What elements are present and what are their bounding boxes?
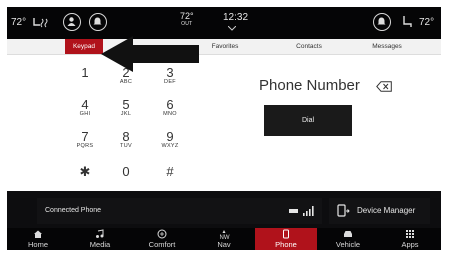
- key-letters: MNO: [163, 111, 177, 117]
- device-manager-label: Device Manager: [357, 206, 416, 215]
- key-digit: ✱: [79, 164, 91, 179]
- key-digit: 0: [122, 164, 130, 179]
- tab-keypad[interactable]: Keypad: [65, 39, 103, 55]
- driver-temp[interactable]: 72°: [11, 17, 26, 28]
- key-digit: 6: [166, 97, 174, 112]
- nav-phone[interactable]: Phone: [255, 228, 317, 250]
- bell-icon: [93, 17, 102, 25]
- passenger-seat-icon[interactable]: [401, 15, 413, 28]
- bottom-nav: Home Media Comfort NW Nav Phone Vehicle: [7, 228, 441, 250]
- nav-label: Nav: [217, 240, 231, 249]
- outside-label: OUT: [181, 21, 193, 27]
- nav-nav[interactable]: NW Nav: [193, 228, 255, 250]
- chevron-down-icon[interactable]: [228, 26, 236, 31]
- connected-phone-bar[interactable]: Connected Phone: [37, 198, 322, 224]
- key-digit: 4: [81, 97, 89, 112]
- pointer-arrow-icon: [101, 36, 199, 72]
- key-digit: 9: [166, 129, 174, 144]
- key-digit: 5: [122, 97, 130, 112]
- device-manager-button[interactable]: Device Manager: [329, 198, 430, 224]
- nav-label: Vehicle: [335, 240, 361, 249]
- heated-seat-icon[interactable]: [31, 16, 51, 28]
- apps-grid-icon: [406, 230, 414, 238]
- svg-text:NW: NW: [220, 235, 230, 239]
- bell-icon: [377, 17, 386, 25]
- key-1[interactable]: 1: [70, 66, 100, 79]
- key-6[interactable]: 6 MNO: [155, 98, 185, 118]
- key-letters: ABC: [119, 79, 133, 85]
- comfort-icon: [157, 229, 167, 239]
- nav-label: Home: [27, 240, 48, 249]
- phone-number-label: Phone Number: [259, 77, 360, 94]
- compass-icon: NW: [220, 230, 230, 239]
- vehicle-icon: [344, 231, 352, 237]
- key-digit: 1: [81, 65, 89, 80]
- backspace-icon[interactable]: [376, 81, 392, 92]
- key-5[interactable]: 5 JKL: [111, 98, 141, 118]
- nav-apps[interactable]: Apps: [379, 228, 441, 250]
- nav-label: Media: [89, 240, 111, 249]
- key-digit: 7: [81, 129, 89, 144]
- nav-comfort[interactable]: Comfort: [131, 228, 193, 250]
- key-8[interactable]: 8 TUV: [111, 130, 141, 150]
- key-letters: WXYZ: [161, 143, 179, 149]
- nav-vehicle[interactable]: Vehicle: [317, 228, 379, 250]
- uconnect-screen: 72° 72° OUT 12:32 72° Keypad Favorites C…: [7, 7, 441, 250]
- key-0[interactable]: 0: [111, 165, 141, 178]
- nav-media[interactable]: Media: [69, 228, 131, 250]
- tab-messages[interactable]: Messages: [353, 39, 421, 55]
- key-letters: TUV: [120, 143, 132, 149]
- nav-label: Comfort: [148, 240, 176, 249]
- key-digit: 8: [122, 129, 130, 144]
- passenger-temp[interactable]: 72°: [419, 17, 434, 28]
- key-letters: PQRS: [76, 143, 94, 149]
- key-7[interactable]: 7 PQRS: [70, 130, 100, 150]
- notification-button[interactable]: [89, 13, 107, 31]
- tab-contacts[interactable]: Contacts: [275, 39, 343, 55]
- tab-favorites[interactable]: Favorites: [191, 39, 259, 55]
- music-note-icon: [96, 229, 104, 238]
- signal-strength-icon: [303, 206, 314, 216]
- assistant-button[interactable]: [373, 13, 391, 31]
- connected-phone-label: Connected Phone: [45, 207, 102, 214]
- status-bar: 72° 72° OUT 12:32 72°: [7, 7, 441, 39]
- key-letters: JKL: [120, 111, 132, 117]
- home-icon: [34, 230, 42, 238]
- nav-label: Apps: [401, 240, 419, 249]
- nav-label: Phone: [275, 240, 297, 249]
- clock: 12:32: [223, 12, 249, 23]
- keypad-panel: 1 2 ABC 3 DEF 4 GHI 5 JKL 6 MNO 7 PQRS 8 TUV 9W…: [7, 55, 441, 191]
- key-hash[interactable]: #: [155, 165, 185, 178]
- key-letters: GHI: [79, 111, 91, 117]
- nav-home[interactable]: Home: [7, 228, 69, 250]
- profile-button[interactable]: [63, 13, 81, 31]
- device-icon: [337, 204, 350, 217]
- phone-tabs: Keypad Favorites Contacts Messages: [7, 39, 441, 55]
- phone-icon: [283, 229, 289, 239]
- key-star[interactable]: ✱: [70, 165, 100, 178]
- dial-button[interactable]: Dial: [264, 105, 352, 136]
- battery-icon: [289, 209, 298, 213]
- outside-temperature: 72° OUT: [180, 12, 194, 28]
- key-4[interactable]: 4 GHI: [70, 98, 100, 118]
- key-9[interactable]: 9 WXYZ: [155, 130, 185, 150]
- key-letters: DEF: [164, 79, 176, 85]
- key-digit: #: [166, 164, 174, 179]
- person-icon: [67, 17, 76, 26]
